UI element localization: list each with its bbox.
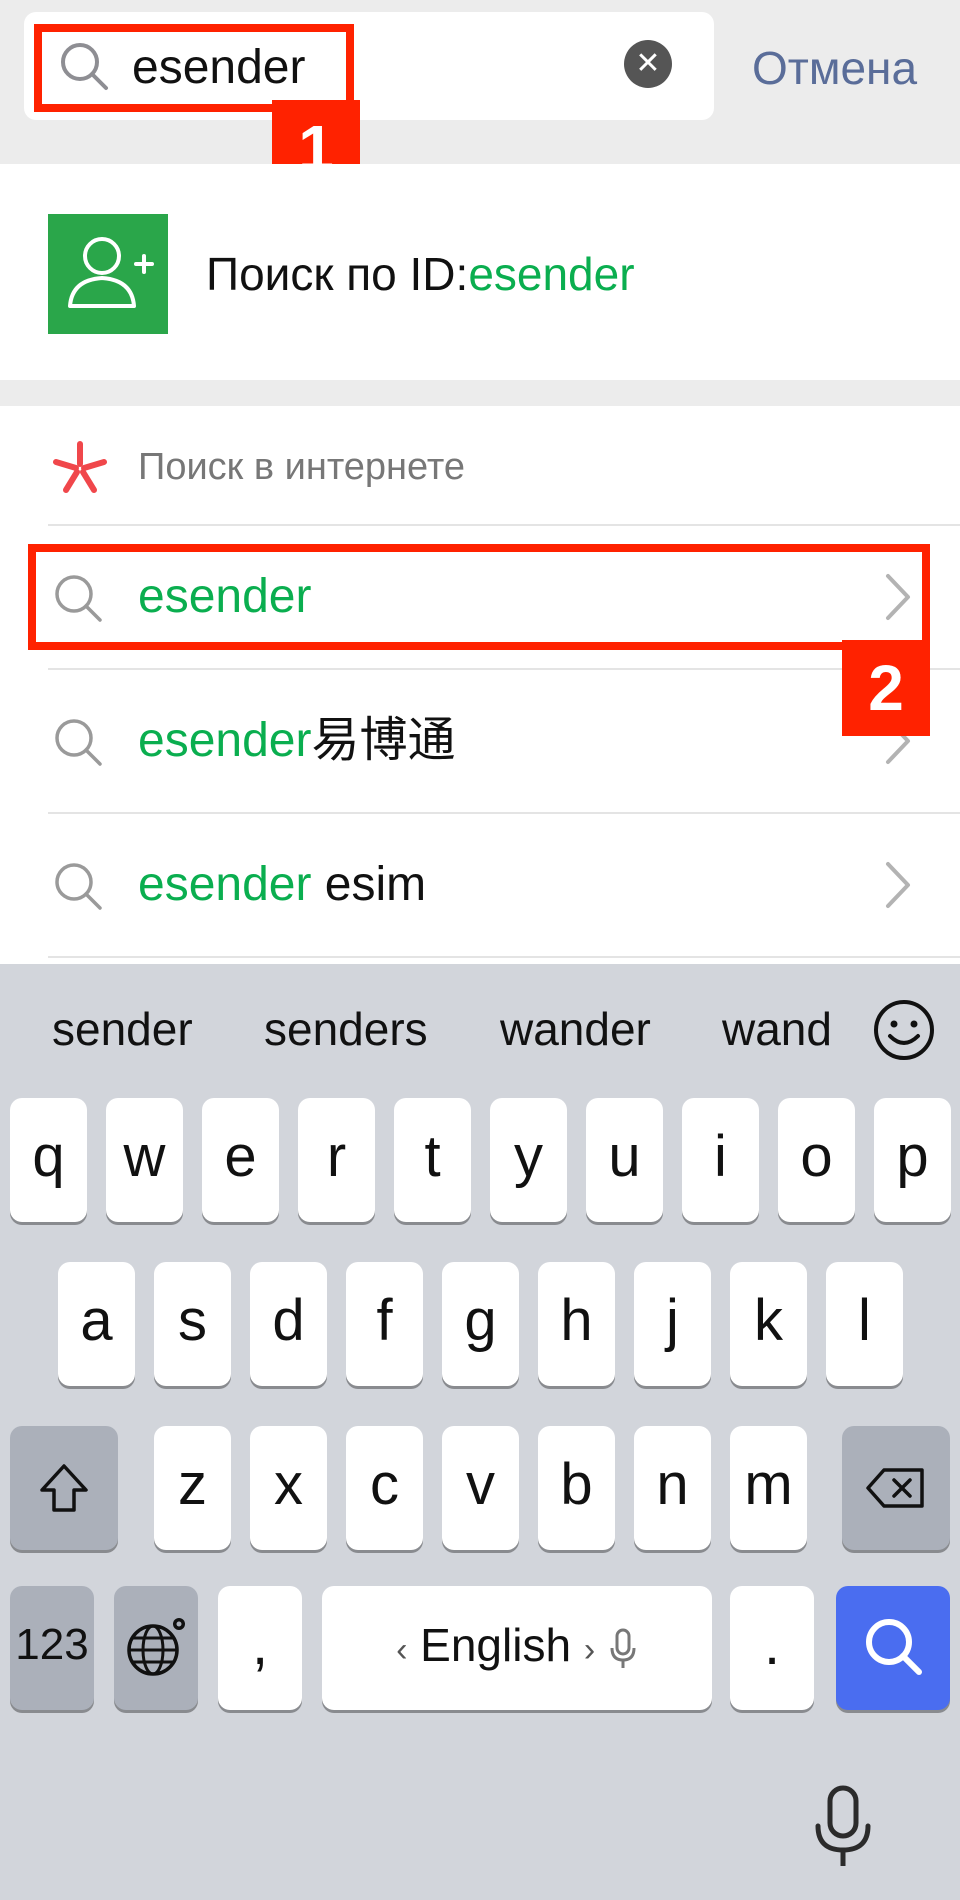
sparkle-icon (53, 441, 107, 493)
key[interactable]: x (250, 1426, 327, 1550)
web-search-title: Поиск в интернете (138, 446, 466, 488)
key[interactable]: j (634, 1262, 711, 1386)
microphone-icon (610, 1628, 636, 1668)
key[interactable]: t (394, 1098, 471, 1222)
result-rest: 易博通 (311, 714, 456, 767)
annotation-badge-2: 2 (842, 640, 930, 736)
annotation-box-1 (34, 24, 354, 112)
chevron-left-icon: ‹ (396, 1631, 408, 1669)
key[interactable]: p (874, 1098, 951, 1222)
key[interactable]: f (346, 1262, 423, 1386)
key[interactable]: h (538, 1262, 615, 1386)
web-search-card: Поиск в интернете esender esender易博通 ese… (0, 406, 960, 966)
key[interactable]: w (106, 1098, 183, 1222)
search-key[interactable] (836, 1586, 950, 1710)
id-search-card[interactable]: Поиск по ID:esender (0, 164, 960, 380)
chevron-right-icon: › (583, 1631, 596, 1669)
id-search-prefix: Поиск по ID: (206, 248, 469, 300)
key[interactable]: c (346, 1426, 423, 1550)
add-user-icon (68, 237, 154, 308)
cancel-button[interactable]: Отмена (752, 38, 917, 98)
keyboard: sender senders wander wand q w e r t y u… (0, 964, 960, 1900)
web-result-row[interactable]: esender易博通 (0, 670, 960, 812)
suggestion-item[interactable]: wand (722, 994, 842, 1064)
backspace-icon (866, 1468, 924, 1508)
clear-search-button[interactable]: ✕ (624, 40, 672, 88)
period-key[interactable]: . (730, 1586, 814, 1710)
chevron-right-icon (886, 862, 910, 908)
emoji-icon[interactable] (872, 998, 936, 1062)
globe-key[interactable] (114, 1586, 198, 1710)
key[interactable]: i (682, 1098, 759, 1222)
key[interactable]: o (778, 1098, 855, 1222)
annotation-box-2 (28, 544, 930, 650)
key[interactable]: z (154, 1426, 231, 1550)
key[interactable]: s (154, 1262, 231, 1386)
search-icon (55, 719, 102, 766)
globe-icon (127, 1618, 185, 1676)
comma-key[interactable]: , (218, 1586, 302, 1710)
key[interactable]: q (10, 1098, 87, 1222)
divider (48, 956, 960, 958)
web-result-text: esender esim (138, 854, 426, 916)
search-icon (55, 863, 102, 910)
result-highlight: esender (138, 858, 312, 911)
key[interactable]: r (298, 1098, 375, 1222)
web-result-text: esender易博通 (138, 710, 455, 772)
web-result-row[interactable]: esender esim (0, 814, 960, 956)
web-search-header: Поиск в интернете (0, 406, 960, 524)
shift-key[interactable] (10, 1426, 118, 1550)
key[interactable]: n (634, 1426, 711, 1550)
key[interactable]: y (490, 1098, 567, 1222)
key[interactable]: e (202, 1098, 279, 1222)
dictation-mic-icon[interactable] (808, 1782, 878, 1872)
key[interactable]: g (442, 1262, 519, 1386)
key[interactable]: v (442, 1426, 519, 1550)
key[interactable]: a (58, 1262, 135, 1386)
search-icon (866, 1619, 922, 1675)
add-user-tile (48, 214, 168, 334)
shift-icon (40, 1464, 88, 1512)
result-highlight: esender (138, 714, 312, 767)
suggestion-item[interactable]: senders (264, 994, 428, 1064)
suggestion-item[interactable]: wander (500, 994, 651, 1064)
space-label: English (420, 1619, 572, 1671)
id-search-term: esender (468, 248, 635, 300)
numbers-key[interactable]: 123 (10, 1586, 94, 1710)
key[interactable]: k (730, 1262, 807, 1386)
key[interactable]: l (826, 1262, 903, 1386)
key[interactable]: m (730, 1426, 807, 1550)
space-key[interactable]: ‹ English › (322, 1586, 712, 1710)
key[interactable]: u (586, 1098, 663, 1222)
suggestion-item[interactable]: sender (52, 994, 193, 1064)
result-rest: esim (311, 858, 427, 911)
key[interactable]: d (250, 1262, 327, 1386)
key[interactable]: b (538, 1426, 615, 1550)
id-search-label: Поиск по ID:esender (206, 244, 635, 304)
backspace-key[interactable] (842, 1426, 950, 1550)
